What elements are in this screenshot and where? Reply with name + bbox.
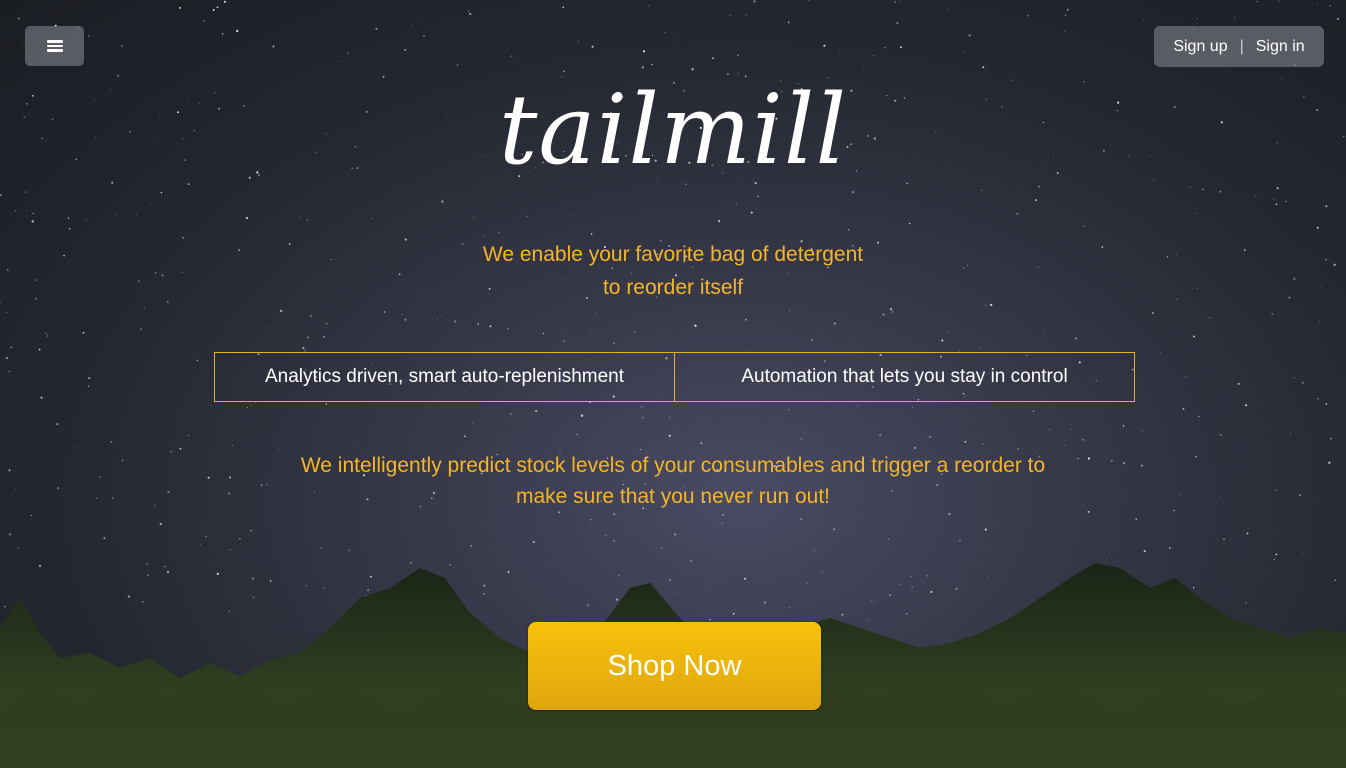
feature-analytics: Analytics driven, smart auto-replenishme… [264,366,625,387]
tagline-line-2: to reorder itself [602,276,744,299]
hamburger-menu-icon [46,40,63,52]
description-line-1: We intelligently predict stock levels of… [300,454,1046,477]
tailmill-logo: tailmill [498,74,848,186]
auth-separator: | [1239,37,1244,55]
description: We intelligently predict stock levels of… [0,450,1346,512]
description-line-2: make sure that you never run out! [515,485,830,508]
sign-up-link[interactable]: Sign up [1173,38,1227,56]
tagline-line-1: We enable your favorite bag of detergent [482,243,864,266]
feature-automation: Automation that lets you stay in control [674,353,1134,401]
shop-now-button[interactable]: Shop Now [528,622,821,710]
sign-in-link[interactable]: Sign in [1256,38,1305,56]
auth-links: Sign up | Sign in [1154,26,1324,67]
tagline: We enable your favorite bag of detergent… [0,238,1346,304]
menu-button[interactable] [25,26,84,66]
features-box: Analytics driven, smart auto-replenishme… [214,352,1135,402]
